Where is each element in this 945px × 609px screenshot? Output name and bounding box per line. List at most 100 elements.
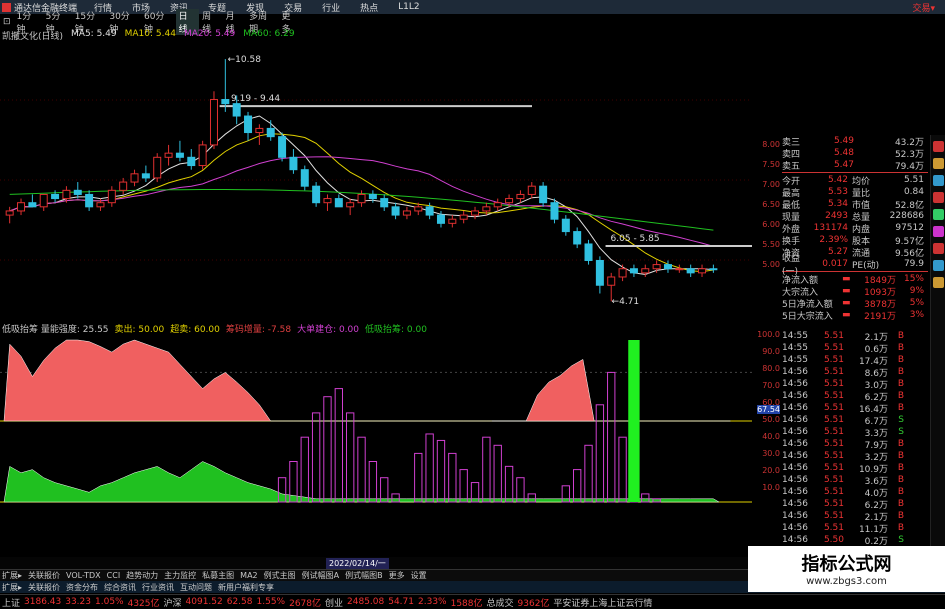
low-label: ←4.71 (611, 297, 640, 308)
news-tab[interactable]: 关联报价 (28, 582, 60, 593)
tool-icon[interactable] (933, 260, 944, 271)
menu-item-hot[interactable]: 热点 (350, 1, 388, 14)
candlestick-chart[interactable] (0, 40, 752, 322)
tick-row[interactable]: 14:56 5.51 6.2万 B (782, 498, 928, 511)
indicator-tab[interactable]: 例试幅图A (302, 570, 339, 581)
indicator-tab[interactable]: 设置 (411, 570, 427, 581)
chart-type-icon[interactable]: ⊡ (0, 17, 14, 27)
flow-label: 5日大宗流入 (782, 311, 833, 322)
candle-body (493, 202, 502, 208)
violet-bar (493, 444, 502, 503)
tool-icon[interactable] (933, 243, 944, 254)
right-toolbar[interactable] (930, 135, 945, 575)
indicator-chart[interactable] (0, 330, 752, 512)
tool-icon[interactable] (933, 158, 944, 169)
candle-body (198, 144, 207, 167)
indicator-tab[interactable]: CCI (107, 571, 121, 580)
indicator-marker: 67.54 (757, 405, 780, 414)
candle-body (153, 156, 162, 179)
tool-icon[interactable] (933, 209, 944, 220)
tool-icon[interactable] (933, 226, 944, 237)
candle-body (85, 193, 94, 208)
indicator-tab[interactable]: MA2 (240, 571, 257, 580)
tool-icon[interactable] (933, 175, 944, 186)
tool-icon[interactable] (933, 192, 944, 203)
ask-price: 5.48 (833, 148, 854, 158)
candle-body (709, 268, 718, 271)
tick-row[interactable]: 14:56 5.51 3.6万 B (782, 474, 928, 487)
tick-row[interactable]: 14:55 5.51 0.6万 B (782, 342, 928, 355)
indicator-tab[interactable]: 更多 (389, 570, 405, 581)
violet-bar (380, 477, 389, 503)
news-tab[interactable]: 资金分布 (66, 582, 98, 593)
indicator-tab[interactable]: 例式主图 (264, 570, 296, 581)
tick-time: 14:56 (782, 535, 808, 545)
tick-row[interactable]: 14:56 5.51 3.2万 B (782, 450, 928, 463)
tick-row[interactable]: 14:55 5.51 2.1万 B (782, 330, 928, 343)
violet-bar (300, 436, 309, 503)
tick-time: 14:56 (782, 379, 808, 389)
ask-label: 卖五 (782, 161, 801, 172)
candle-body (28, 202, 37, 208)
indicator-tab[interactable]: 例式幅图B (345, 570, 383, 581)
candle-body (584, 243, 593, 261)
news-tab[interactable]: 互动问题 (180, 582, 212, 593)
tick-row[interactable]: 14:56 5.51 11.1万 B (782, 522, 928, 535)
quote-row: 最低 5.34 市值 52.8亿 (782, 198, 928, 211)
violet-bar (504, 465, 514, 503)
news-tab[interactable]: 综合资讯 (104, 582, 136, 593)
indicator-tab[interactable]: VOL-TDX (66, 571, 101, 580)
news-tab[interactable]: 行业资讯 (142, 582, 174, 593)
tick-price: 5.51 (823, 391, 844, 401)
violet-bar (436, 439, 446, 503)
candle-body (686, 268, 695, 274)
news-tab[interactable]: 扩展▸ (2, 582, 22, 593)
tick-row[interactable]: 14:56 5.51 4.0万 B (782, 486, 928, 499)
tick-price: 5.51 (823, 343, 844, 353)
index-value: 3186.43 (24, 597, 62, 607)
tick-list[interactable]: 14:55 5.51 2.1万 B 14:55 5.51 0.6万 B 14:55 5.51 17.… (782, 330, 928, 559)
tool-icon[interactable] (933, 277, 944, 288)
tool-icon[interactable] (933, 141, 944, 152)
indicator-tab[interactable]: 私募主图 (202, 570, 234, 581)
tick-row[interactable]: 14:56 5.51 3.0万 B (782, 378, 928, 391)
violet-bar (346, 412, 355, 503)
tick-row[interactable]: 14:55 5.51 17.4万 B (782, 354, 928, 367)
trade-button[interactable]: 交易▾ (912, 1, 935, 14)
quote-value: 0.84 (903, 187, 924, 197)
status-bar: 上证 3186.43 33.23 1.05% 4325亿 沪深 4091.52 62.58 1.… (0, 594, 945, 609)
tick-row[interactable]: 14:56 5.51 6.2万 B (782, 390, 928, 403)
menu-item-industry[interactable]: 行业 (312, 1, 350, 14)
tick-row[interactable]: 14:56 5.51 2.1万 B (782, 510, 928, 523)
tick-row[interactable]: 14:56 5.51 10.9万 B (782, 462, 928, 475)
tick-row[interactable]: 14:56 5.51 6.7万 S (782, 414, 928, 427)
indicator-tick: 80.0 (762, 364, 780, 373)
violet-bar (516, 477, 525, 503)
tick-row[interactable]: 14:56 5.50 0.2万 S (782, 534, 928, 547)
ask-price: 5.49 (833, 136, 854, 146)
tick-row[interactable]: 14:56 5.51 3.3万 S (782, 426, 928, 439)
flow-row: 5日净流入额 ▬ 3878万 5% (782, 297, 928, 310)
news-tab[interactable]: 新用户福利专享 (218, 582, 274, 593)
tick-price: 5.51 (823, 427, 844, 437)
tick-row[interactable]: 14:56 5.51 16.4万 B (782, 402, 928, 415)
menu-item-l1l2[interactable]: L1L2 (388, 2, 429, 12)
tick-side: B (897, 355, 904, 365)
tick-price: 5.51 (823, 379, 844, 389)
tick-row[interactable]: 14:56 5.51 7.9万 B (782, 438, 928, 451)
green-area (3, 461, 720, 503)
price-tick: 5.00 (762, 260, 780, 269)
indicator-tab[interactable]: 关联报价 (28, 570, 60, 581)
violet-bar (459, 469, 468, 503)
ask-volume: 79.4万 (894, 161, 924, 172)
tick-side: B (897, 475, 904, 485)
tick-side: S (898, 415, 904, 425)
indicator-tab[interactable]: 趋势动力 (126, 570, 158, 581)
tick-price: 5.50 (823, 535, 844, 545)
tick-row[interactable]: 14:56 5.51 8.6万 B (782, 366, 928, 379)
indicator-tab[interactable]: 扩展▸ (2, 570, 22, 581)
candle-body (323, 198, 332, 204)
candle-body (607, 276, 616, 286)
indicator-tab[interactable]: 主力监控 (164, 570, 196, 581)
flow-value: 2191万 (864, 311, 896, 322)
